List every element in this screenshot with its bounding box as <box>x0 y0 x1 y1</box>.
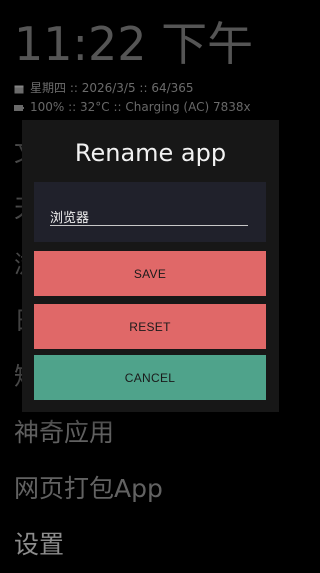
rename-field-container <box>34 182 266 242</box>
rename-app-dialog: Rename app SAVE RESET CANCEL <box>22 120 279 412</box>
cancel-button[interactable]: CANCEL <box>34 355 266 400</box>
save-button[interactable]: SAVE <box>34 251 266 296</box>
reset-button[interactable]: RESET <box>34 304 266 349</box>
dialog-title: Rename app <box>74 139 227 167</box>
input-underline <box>50 225 248 226</box>
